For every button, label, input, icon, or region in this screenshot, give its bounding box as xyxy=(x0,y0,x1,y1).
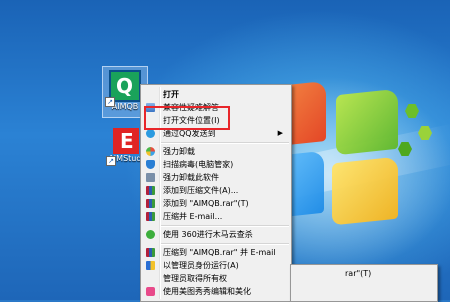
menu-item-uninstall-software[interactable]: 强力卸载此软件 xyxy=(143,171,289,184)
menu-separator xyxy=(161,243,289,245)
submenu-arrow-icon: ▶ xyxy=(277,129,283,137)
menu-item-scan-virus[interactable]: 扫描病毒(电脑管家) xyxy=(143,158,289,171)
menu-separator xyxy=(161,225,289,227)
menu-item-label: 使用 360进行木马云查杀 xyxy=(163,230,253,239)
meitu-icon xyxy=(146,287,155,296)
menu-item-label: 添加到压缩文件(A)... xyxy=(163,186,239,195)
menu-item-label: 以管理员身份运行(A) xyxy=(163,261,239,270)
aimstudio-app-icon: E xyxy=(113,128,139,154)
shield-icon xyxy=(146,160,155,169)
archive-icon xyxy=(146,248,155,257)
menu-item-take-ownership[interactable]: 管理员取得所有权 xyxy=(143,272,289,285)
menu-item-label: 压缩并 E-mail... xyxy=(163,212,223,221)
highlight-annotation-box xyxy=(144,106,230,130)
windows-flag-green xyxy=(336,88,398,156)
menu-item-label: 使用美图秀秀编辑和美化 xyxy=(163,287,251,296)
menu-item-360-scan[interactable]: 使用 360进行木马云查杀 xyxy=(143,228,289,241)
menu-item-label: 强力卸载此软件 xyxy=(163,173,219,182)
trash-icon xyxy=(146,173,155,182)
secondary-menu: rar"(T) xyxy=(290,264,438,302)
qq-icon xyxy=(146,129,155,138)
secondary-menu-text[interactable]: rar"(T) xyxy=(345,269,371,278)
360-icon xyxy=(146,230,155,239)
menu-item-compress-email[interactable]: 压缩并 E-mail... xyxy=(143,210,289,223)
admin-shield-icon xyxy=(146,261,155,270)
archive-icon xyxy=(146,212,155,221)
menu-item-force-uninstall[interactable]: 强力卸载 xyxy=(143,145,289,158)
archive-icon xyxy=(146,199,155,208)
menu-item-label: 打开 xyxy=(163,90,179,99)
shortcut-arrow-icon: ↗ xyxy=(106,156,116,166)
menu-item-add-to-archive[interactable]: 添加到压缩文件(A)... xyxy=(143,184,289,197)
archive-icon xyxy=(146,186,155,195)
menu-item-compress-rar-email[interactable]: 压缩到 "AIMQB.rar" 并 E-mail xyxy=(143,246,289,259)
menu-item-label: 压缩到 "AIMQB.rar" 并 E-mail xyxy=(163,248,276,257)
uninstall-icon xyxy=(146,147,155,156)
shortcut-arrow-icon: ↗ xyxy=(105,97,115,107)
menu-item-label: 添加到 "AIMQB.rar"(T) xyxy=(163,199,249,208)
menu-item-label: 扫描病毒(电脑管家) xyxy=(163,160,234,169)
menu-item-add-to-rar[interactable]: 添加到 "AIMQB.rar"(T) xyxy=(143,197,289,210)
menu-item-label: 强力卸载 xyxy=(163,147,195,156)
hex-decoration xyxy=(405,104,419,118)
menu-item-open[interactable]: 打开 xyxy=(143,88,289,101)
menu-item-label: 管理员取得所有权 xyxy=(163,274,227,283)
menu-separator xyxy=(161,142,289,144)
menu-item-meitu-edit[interactable]: 使用美图秀秀编辑和美化 xyxy=(143,285,289,298)
menu-item-run-as-admin[interactable]: 以管理员身份运行(A) xyxy=(143,259,289,272)
windows-flag-yellow xyxy=(332,156,398,226)
